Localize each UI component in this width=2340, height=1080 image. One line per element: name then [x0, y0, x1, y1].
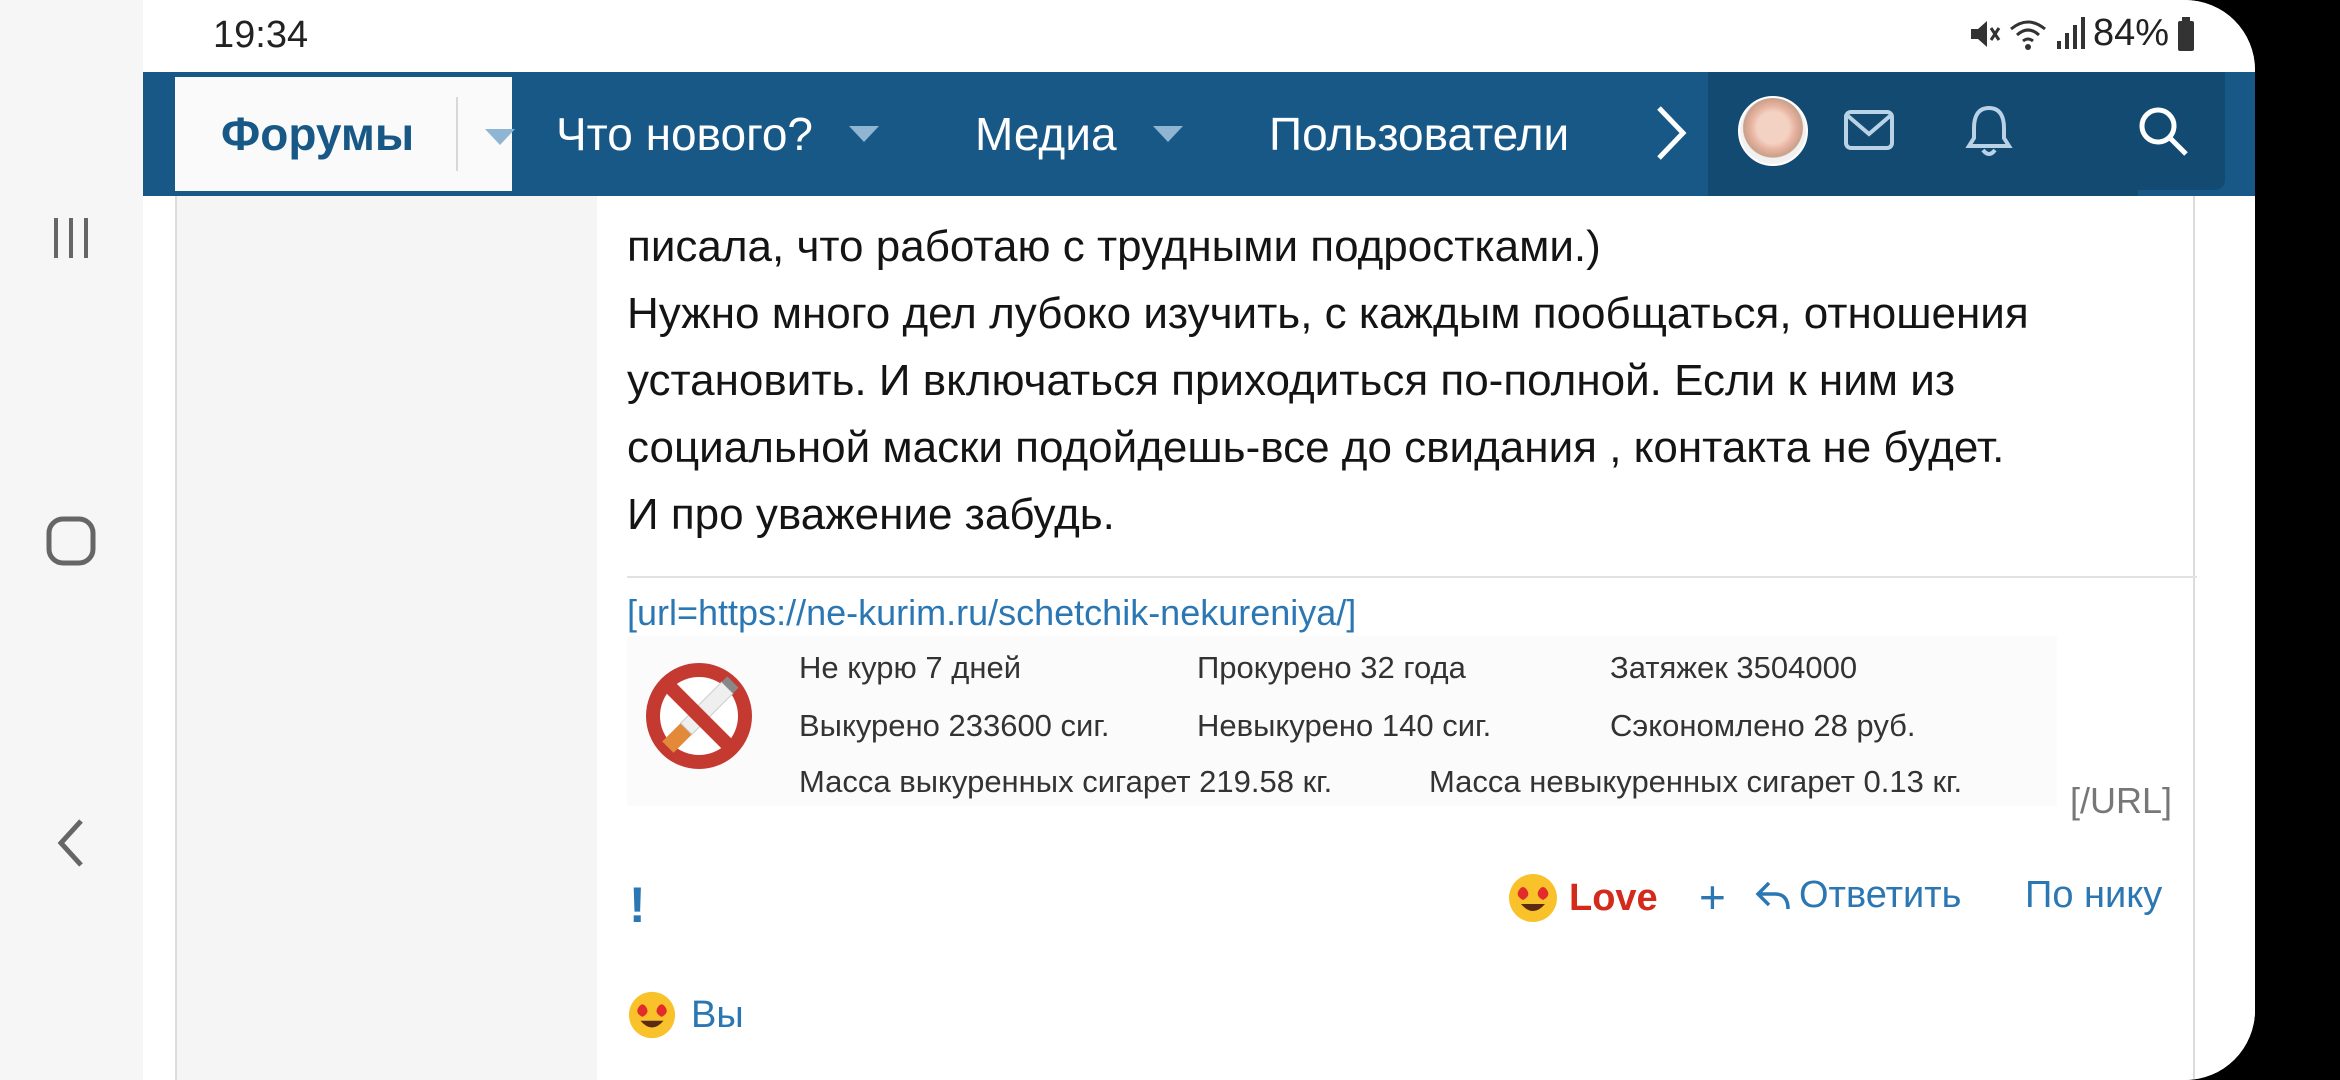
chevron-down-icon[interactable]: [849, 126, 879, 142]
signature-stat: Масса выкуренных сигарет 219.58 кг.: [799, 764, 1333, 799]
status-bar: 19:34 84%: [143, 0, 2255, 72]
back-button[interactable]: [38, 810, 104, 876]
post-line: социальной маски подойдешь-все до свидан…: [627, 423, 2005, 472]
signal-icon: [2056, 16, 2085, 49]
post-line: И про уважение забудь.: [627, 490, 1115, 539]
reply-label: Ответить: [1799, 874, 1962, 916]
post-line: установить. И включаться приходиться по-…: [627, 356, 1956, 405]
add-reaction-button[interactable]: +: [1699, 870, 1726, 924]
status-indicators: 84%: [1967, 12, 2195, 55]
post-body: писала, что работаю с трудными подростка…: [627, 196, 2197, 1080]
tab-separator: [456, 97, 458, 171]
signature-stat: Невыкурено 140 сиг.: [1197, 708, 1492, 743]
battery-icon: [2178, 16, 2194, 51]
signature-divider: [627, 576, 2197, 578]
phone-screen: 19:34 84% Форумы Что нового? Медиа Польз…: [143, 0, 2255, 1080]
status-time: 19:34: [213, 14, 309, 56]
tab-forums[interactable]: Форумы: [175, 77, 515, 191]
love-reaction-button[interactable]: Love: [1507, 872, 1658, 924]
report-button[interactable]: !: [629, 876, 646, 934]
home-icon: [46, 516, 96, 566]
love-label: Love: [1569, 876, 1658, 919]
reply-button[interactable]: Ответить: [1755, 874, 1961, 917]
signature-stat: Масса невыкуренных сигарет 0.13 кг.: [1429, 764, 1963, 799]
wifi-icon: [2009, 20, 2046, 50]
signature-stat: Сэкономлено 28 руб.: [1610, 708, 1916, 743]
signature-link[interactable]: [url=https://ne-kurim.ru/schetchik-nekur…: [627, 592, 1356, 634]
post: писала, что работаю с трудными подростка…: [175, 196, 2197, 1080]
signature-stat: Выкурено 233600 сиг.: [799, 708, 1110, 743]
mute-icon: [1970, 20, 2001, 47]
heart-eyes-emoji-icon: [1509, 874, 1557, 922]
battery-percent: 84%: [2092, 12, 2169, 54]
tab-forums-label: Форумы: [221, 108, 415, 160]
signature-close-tag: [/URL]: [2070, 780, 2173, 821]
mention-by-nick-button[interactable]: По нику: [2025, 874, 2162, 917]
back-icon: [57, 819, 83, 867]
post-line: писала, что работаю с трудными подростка…: [627, 222, 1601, 271]
signature-stat: Прокурено 32 года: [1197, 650, 1466, 685]
reply-icon: [1755, 881, 1790, 909]
reactions-label: Вы: [691, 993, 744, 1036]
post-message: писала, что работаю с трудными подростка…: [627, 146, 2167, 548]
no-smoking-icon: [646, 663, 752, 769]
heart-eyes-emoji-icon: [628, 991, 676, 1039]
post-line: Нужно много дел лубоко изучить, с каждым…: [627, 289, 2029, 338]
home-button[interactable]: [38, 508, 104, 574]
recent-apps-button[interactable]: [38, 205, 104, 271]
chevron-down-icon[interactable]: [485, 129, 515, 145]
page-content: писала, что работаю с трудными подростка…: [143, 196, 2255, 1080]
signature-banner[interactable]: Не курю 7 дней Прокурено 32 года Затяжек…: [627, 636, 2057, 806]
recent-apps-icon: [54, 218, 88, 258]
post-actions: ! Love + Ответить По нику: [627, 868, 2197, 933]
system-nav-bar: [0, 0, 143, 1080]
signature-stat: Затяжек 3504000: [1610, 650, 1858, 685]
post-user-column: [177, 196, 597, 1080]
reactions-summary[interactable]: Вы: [627, 990, 744, 1040]
signature-stat: Не курю 7 дней: [799, 650, 1022, 685]
chevron-down-icon[interactable]: [1152, 126, 1183, 142]
